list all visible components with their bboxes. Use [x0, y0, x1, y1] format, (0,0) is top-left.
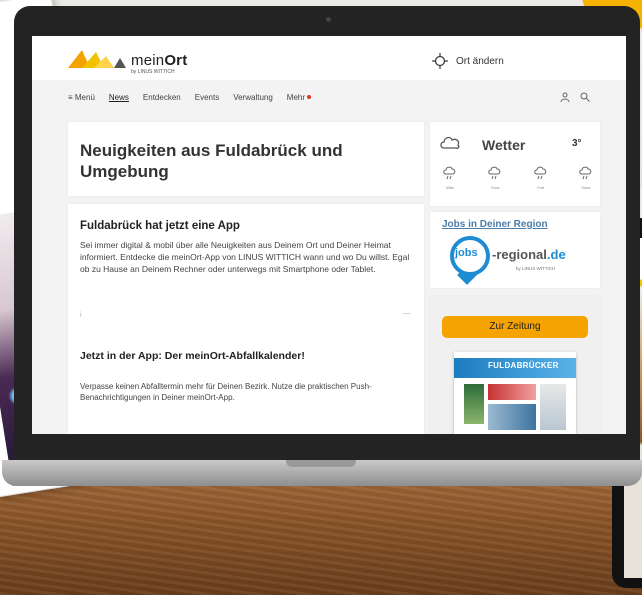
article-card: Fuldabrück hat jetzt eine App Sei immer …	[68, 204, 424, 434]
nav-item-events[interactable]: Events	[195, 93, 219, 102]
newspaper-title: FULDABRÜCKER	[488, 361, 559, 370]
weather-forecast: Mittw Donn Freit Sams	[438, 166, 598, 190]
user-icon[interactable]	[560, 92, 570, 102]
nav-item-mehr[interactable]: Mehr	[286, 92, 312, 102]
notification-dot-icon	[307, 95, 312, 100]
divider-left-mark: i	[80, 312, 82, 319]
crosshair-icon	[432, 53, 448, 69]
forecast-day-label: Sams	[581, 186, 591, 190]
app-teaser-title[interactable]: Jetzt in der App: Der meinOrt-Abfallkale…	[80, 350, 380, 363]
forecast-day: Sams	[574, 166, 598, 190]
main-nav: ≡ Menü News Entdecken Events Verwaltung …	[32, 80, 626, 114]
nav-item-menu[interactable]: ≡ Menü	[68, 93, 95, 102]
article-divider: i —	[80, 310, 410, 320]
news-heading-card: Neuigkeiten aus Fuldabrück und Umgebung	[68, 122, 424, 196]
newspaper-cover[interactable]: FULDABRÜCKER	[454, 352, 576, 434]
jobs-title-link[interactable]: Jobs in Deiner Region	[442, 219, 548, 230]
cloud-sun-icon	[440, 136, 460, 149]
cover-image	[488, 384, 536, 400]
forecast-day-label: Donn	[491, 186, 500, 190]
cover-image	[540, 384, 566, 430]
weather-widget[interactable]: Wetter 3° Mittw Donn Freit Sams	[430, 122, 600, 206]
nav-item-verwaltung[interactable]: Verwaltung	[233, 93, 273, 102]
site-header: meinOrt by LINUS WITTICH Ort ändern	[32, 36, 626, 80]
cover-image	[488, 404, 536, 430]
page-title: Neuigkeiten aus Fuldabrück und Umgebung	[80, 141, 343, 181]
logo-text[interactable]: meinOrt	[131, 52, 187, 69]
search-icon[interactable]	[580, 92, 590, 102]
rain-icon	[533, 166, 546, 180]
jobs-logo-byline: by LINUS WITTICH	[516, 266, 556, 271]
weather-title: Wetter	[482, 137, 526, 153]
nav-item-entdecken[interactable]: Entdecken	[143, 93, 181, 102]
jobs-logo-part1[interactable]: jobs	[455, 247, 478, 259]
open-newspaper-button[interactable]: Zur Zeitung	[442, 316, 588, 338]
newspaper-widget: Zur Zeitung FULDABRÜCKER	[430, 296, 600, 434]
meinort-logo-icon[interactable]	[68, 48, 126, 70]
app-teaser-text: Verpasse keinen Abfalltermin mehr für De…	[80, 382, 372, 402]
forecast-day-label: Freit	[537, 186, 545, 190]
nav-item-mehr-label: Mehr	[286, 92, 306, 102]
article-title[interactable]: Fuldabrück hat jetzt eine App	[80, 220, 240, 232]
nav-item-news[interactable]: News	[109, 93, 129, 102]
change-location-label: Ort ändern	[456, 55, 504, 67]
divider-right-mark: —	[403, 310, 410, 317]
forecast-day: Mittw	[438, 166, 462, 190]
rain-icon	[443, 166, 456, 180]
rain-icon	[579, 166, 592, 180]
forecast-day: Freit	[529, 166, 553, 190]
article-intro: Sei immer digital & mobil über alle Neui…	[80, 240, 410, 274]
jobs-logo-part2: -regional	[492, 247, 547, 262]
weather-temperature: 3°	[572, 138, 582, 149]
webcam	[326, 17, 331, 22]
jobs-logo-domain[interactable]: -regional.de	[492, 247, 566, 262]
logo-byline: by LINUS WITTICH	[131, 69, 175, 75]
change-location-button[interactable]: Ort ändern	[432, 53, 504, 69]
forecast-day-label: Mittw	[445, 186, 455, 190]
cover-image	[464, 384, 484, 424]
jobs-widget: Jobs in Deiner Region jobs -regional.de …	[430, 212, 600, 288]
laptop-screen: meinOrt by LINUS WITTICH Ort ändern ≡ Me…	[32, 36, 626, 434]
forecast-day: Donn	[483, 166, 507, 190]
jobs-logo-part3: .de	[546, 247, 566, 262]
rain-icon	[488, 166, 501, 180]
laptop-notch	[286, 460, 356, 467]
